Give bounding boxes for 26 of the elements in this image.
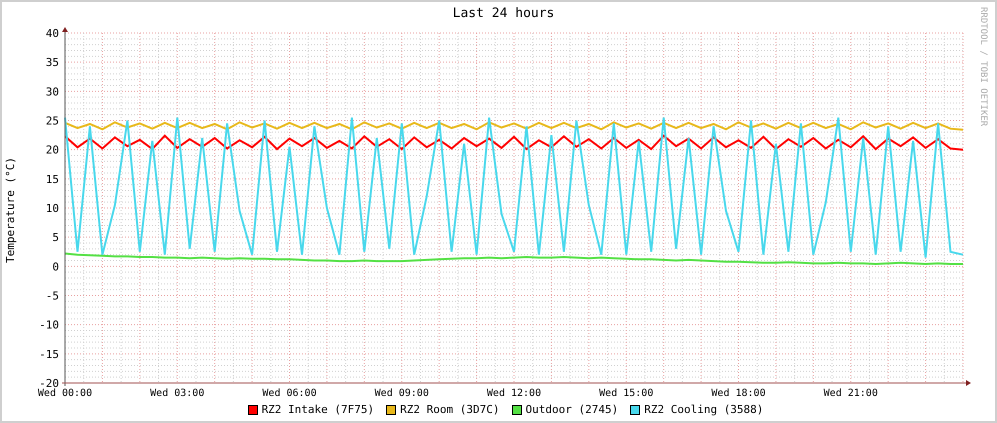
legend-label: RZ2 Intake (7F75) — [262, 403, 374, 416]
legend-label: RZ2 Room (3D7C) — [400, 403, 500, 416]
axis-label: -5 — [46, 290, 59, 302]
axis-label: 35 — [46, 56, 59, 70]
axis-label: 15 — [46, 172, 59, 186]
axis-label: 5 — [52, 231, 59, 244]
axis-label: 30 — [46, 85, 59, 98]
axis-label: -10 — [39, 318, 59, 332]
axis-label: 10 — [46, 202, 59, 215]
legend-label: RZ2 Cooling (3588) — [644, 403, 764, 416]
axis-label: -15 — [39, 348, 59, 361]
y-axis-title: Temperature (°C) — [4, 157, 16, 263]
axis-label: 0 — [52, 260, 59, 274]
axis-label: Wed 18:00 — [711, 388, 766, 399]
axis-label: Wed 03:00 — [150, 388, 204, 399]
legend-label: Outdoor (2745) — [526, 403, 618, 416]
axis-label: Wed 06:00 — [262, 388, 317, 399]
axis-label: Wed 21:00 — [824, 388, 878, 399]
axis-label: Wed 12:00 — [486, 388, 542, 399]
axis-label: Wed 09:00 — [374, 388, 429, 399]
axis-label: Wed 00:00 — [38, 388, 92, 399]
axis-label: Wed 15:00 — [599, 388, 654, 399]
axis-label: 40 — [46, 27, 59, 40]
axis-label: 20 — [46, 144, 59, 157]
axis-label: 25 — [46, 114, 59, 128]
credit-text: RRDTOOL / TOBI OETIKER — [978, 7, 988, 126]
